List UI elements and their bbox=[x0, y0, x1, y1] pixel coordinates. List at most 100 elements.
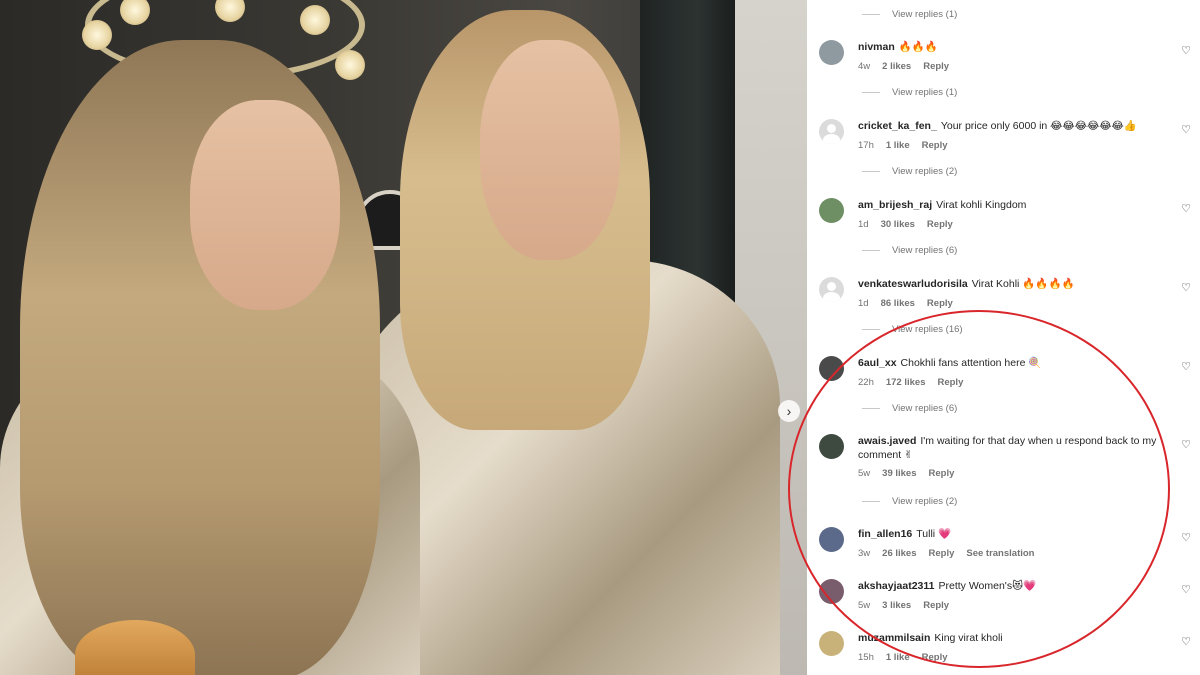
comment-likes[interactable]: 172 likes bbox=[886, 377, 926, 388]
comment-username[interactable]: fin_allen16 bbox=[858, 528, 912, 540]
comment-meta: 22h 172 likes Reply bbox=[858, 377, 963, 388]
comment-likes[interactable]: 3 likes bbox=[882, 600, 911, 611]
view-replies-link[interactable]: View replies (1) bbox=[862, 87, 957, 98]
comment-text: Chokhli fans attention here 🍭 bbox=[900, 357, 1042, 369]
comment-likes[interactable]: 30 likes bbox=[881, 219, 915, 230]
heart-icon[interactable]: ♡ bbox=[1181, 281, 1191, 294]
view-replies-label: View replies (2) bbox=[892, 166, 958, 177]
avatar[interactable] bbox=[819, 40, 844, 65]
view-replies-label: View replies (2) bbox=[892, 496, 958, 507]
comment-age: 17h bbox=[858, 140, 874, 151]
comment-body: awais.javed I'm waiting for that day when… bbox=[858, 434, 1158, 462]
reply-button[interactable]: Reply bbox=[923, 61, 949, 72]
comment-body: venkateswarludorisila Virat Kohli 🔥🔥🔥🔥 bbox=[858, 277, 1158, 291]
comment-age: 5w bbox=[858, 468, 871, 479]
reply-button[interactable]: Reply bbox=[929, 468, 955, 479]
view-replies-label: View replies (16) bbox=[892, 324, 963, 335]
comment-body: nivman 🔥🔥🔥 bbox=[858, 40, 1158, 54]
comment-text: King virat kholi bbox=[934, 632, 1003, 644]
view-replies-link[interactable]: View replies (16) bbox=[862, 324, 963, 335]
reply-button[interactable]: Reply bbox=[927, 219, 953, 230]
view-replies-link[interactable]: View replies (6) bbox=[862, 245, 957, 256]
reply-button[interactable]: Reply bbox=[927, 298, 953, 309]
comment-age: 5w bbox=[858, 600, 871, 611]
see-translation-button[interactable]: See translation bbox=[966, 548, 1034, 559]
comment-body: muzammilsain King virat kholi bbox=[858, 631, 1158, 645]
comment-text: Your price only 6000 in 😂😂😂😂😂😂👍 bbox=[940, 120, 1137, 132]
comment-likes[interactable]: 86 likes bbox=[881, 298, 915, 309]
comment-body: cricket_ka_fen_ Your price only 6000 in 😂… bbox=[858, 119, 1158, 133]
reply-line bbox=[862, 14, 880, 15]
comment-text: Virat Kohli 🔥🔥🔥🔥 bbox=[971, 278, 1075, 290]
comment-username[interactable]: nivman bbox=[858, 41, 895, 53]
comment-username[interactable]: venkateswarludorisila bbox=[858, 278, 968, 290]
post-photo: › bbox=[0, 0, 807, 675]
comment-username[interactable]: 6aul_xx bbox=[858, 357, 897, 369]
reply-line bbox=[862, 329, 880, 330]
avatar[interactable] bbox=[819, 356, 844, 381]
comment-meta: 4w 2 likes Reply bbox=[858, 61, 949, 72]
comment-meta: 5w 39 likes Reply bbox=[858, 468, 954, 479]
comment-username[interactable]: am_brijesh_raj bbox=[858, 199, 932, 211]
reply-line bbox=[862, 408, 880, 409]
avatar[interactable] bbox=[819, 579, 844, 604]
reply-button[interactable]: Reply bbox=[923, 600, 949, 611]
comment-meta: 1d 86 likes Reply bbox=[858, 298, 953, 309]
view-replies-link[interactable]: View replies (1) bbox=[862, 9, 957, 20]
heart-icon[interactable]: ♡ bbox=[1181, 531, 1191, 544]
avatar[interactable] bbox=[819, 527, 844, 552]
view-replies-link[interactable]: View replies (6) bbox=[862, 403, 957, 414]
comment-body: fin_allen16 Tulli 💗 bbox=[858, 527, 1158, 541]
chandelier-bulb bbox=[335, 50, 365, 80]
reply-line bbox=[862, 171, 880, 172]
comment-likes[interactable]: 1 like bbox=[886, 140, 910, 151]
comment-likes[interactable]: 2 likes bbox=[882, 61, 911, 72]
comment-age: 1d bbox=[858, 298, 869, 309]
comment-text: Pretty Women's😻💗 bbox=[938, 580, 1037, 592]
view-replies-link[interactable]: View replies (2) bbox=[862, 496, 957, 507]
comment-username[interactable]: cricket_ka_fen_ bbox=[858, 120, 937, 132]
avatar[interactable] bbox=[819, 277, 844, 302]
comment-body: 6aul_xx Chokhli fans attention here 🍭 bbox=[858, 356, 1158, 370]
view-replies-label: View replies (1) bbox=[892, 9, 958, 20]
reply-button[interactable]: Reply bbox=[929, 548, 955, 559]
comment-meta: 1d 30 likes Reply bbox=[858, 219, 953, 230]
comment-likes[interactable]: 39 likes bbox=[882, 468, 916, 479]
comment-age: 4w bbox=[858, 61, 871, 72]
reply-button[interactable]: Reply bbox=[922, 652, 948, 663]
hair-left bbox=[20, 40, 380, 675]
heart-icon[interactable]: ♡ bbox=[1181, 583, 1191, 596]
comment-body: akshayjaat2311 Pretty Women's😻💗 bbox=[858, 579, 1158, 593]
comment-age: 3w bbox=[858, 548, 871, 559]
comments-panel[interactable]: View replies (1) nivman 🔥🔥🔥 4w 2 likes Reply ♡… bbox=[807, 0, 1200, 675]
comment-meta: 17h 1 like Reply bbox=[858, 140, 948, 151]
comment-text: 🔥🔥🔥 bbox=[898, 41, 938, 53]
view-replies-label: View replies (6) bbox=[892, 245, 958, 256]
heart-icon[interactable]: ♡ bbox=[1181, 202, 1191, 215]
comment-text: Tulli 💗 bbox=[916, 528, 952, 540]
avatar[interactable] bbox=[819, 631, 844, 656]
comment-username[interactable]: muzammilsain bbox=[858, 632, 930, 644]
heart-icon[interactable]: ♡ bbox=[1181, 635, 1191, 648]
comment-likes[interactable]: 1 like bbox=[886, 652, 910, 663]
heart-icon[interactable]: ♡ bbox=[1181, 438, 1191, 451]
comment-body: am_brijesh_raj Virat kohli Kingdom bbox=[858, 198, 1158, 212]
comment-username[interactable]: akshayjaat2311 bbox=[858, 580, 934, 592]
view-replies-link[interactable]: View replies (2) bbox=[862, 166, 957, 177]
comment-username[interactable]: awais.javed bbox=[858, 435, 916, 447]
reply-button[interactable]: Reply bbox=[922, 140, 948, 151]
avatar[interactable] bbox=[819, 434, 844, 459]
reply-button[interactable]: Reply bbox=[937, 377, 963, 388]
heart-icon[interactable]: ♡ bbox=[1181, 123, 1191, 136]
heart-icon[interactable]: ♡ bbox=[1181, 44, 1191, 57]
reply-line bbox=[862, 250, 880, 251]
heart-icon[interactable]: ♡ bbox=[1181, 360, 1191, 373]
view-replies-label: View replies (1) bbox=[892, 87, 958, 98]
next-image-button[interactable]: › bbox=[778, 400, 800, 422]
avatar[interactable] bbox=[819, 198, 844, 223]
comment-age: 1d bbox=[858, 219, 869, 230]
comment-meta: 15h 1 like Reply bbox=[858, 652, 948, 663]
avatar[interactable] bbox=[819, 119, 844, 144]
comment-age: 22h bbox=[858, 377, 874, 388]
comment-likes[interactable]: 26 likes bbox=[882, 548, 916, 559]
